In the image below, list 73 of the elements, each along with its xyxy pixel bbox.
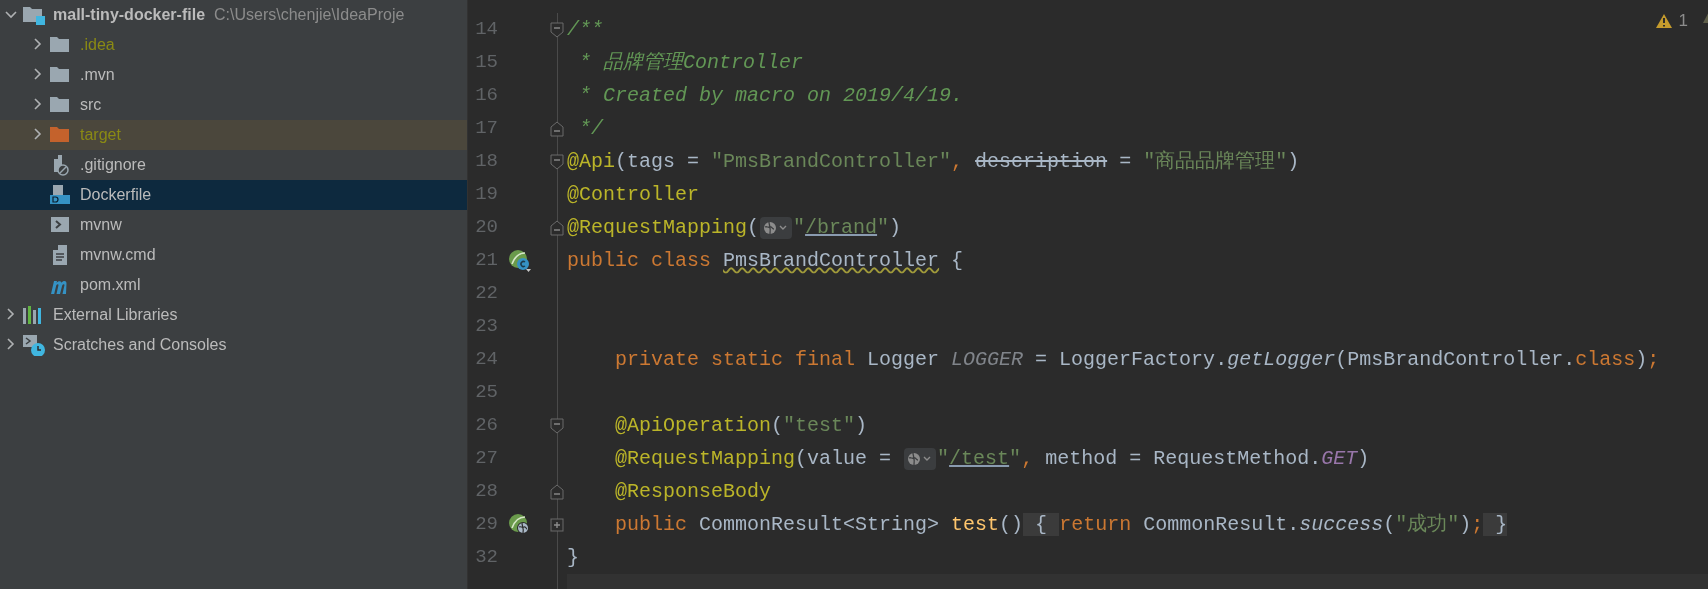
line-number: 16 <box>474 83 498 109</box>
tree-item[interactable]: mvnw <box>0 210 467 240</box>
tree-item[interactable]: mvnw.cmd <box>0 240 467 270</box>
item-label: External Libraries <box>53 305 178 325</box>
globe-dropdown-icon[interactable] <box>760 216 793 239</box>
line-number: 15 <box>474 50 498 76</box>
code-line: @Controller <box>567 181 700 208</box>
line-number: 29 <box>474 512 498 538</box>
line-number: 28 <box>474 479 498 505</box>
line-number: 24 <box>474 347 498 373</box>
item-label: mvnw.cmd <box>80 245 156 265</box>
line-number: 27 <box>474 446 498 472</box>
code-line: @ResponseBody <box>614 478 772 505</box>
code-line: @RequestMapping(value = <box>614 445 893 472</box>
code-line: public CommonResult<String> test() { return CommonResult.success("成功"); } <box>614 511 1508 538</box>
scratch-icon <box>22 334 46 356</box>
code-line: */ <box>578 115 603 142</box>
item-label: .mvn <box>80 65 115 85</box>
expand-icon[interactable] <box>550 516 564 533</box>
line-number: 21 <box>474 248 498 274</box>
item-label: src <box>80 95 102 115</box>
warning-count[interactable]: 1 <box>1678 8 1688 34</box>
fold-marker-icon[interactable] <box>550 219 564 236</box>
code-line: @ApiOperation("test") <box>614 412 868 439</box>
item-label: .idea <box>80 35 115 55</box>
tree-item[interactable]: mall-tiny-docker-file C:\Users\chenjie\IdeaProje <box>0 0 467 30</box>
item-label: Dockerfile <box>80 185 152 205</box>
folder-icon <box>22 4 46 26</box>
item-label: mall-tiny-docker-file <box>53 5 206 25</box>
item-label: .gitignore <box>80 155 146 175</box>
line-number: 20 <box>474 215 498 241</box>
tree-item[interactable]: .idea <box>0 30 467 60</box>
code-line: @Api(tags = "PmsBrandController", description = "商品品牌管理") <box>567 148 1300 175</box>
line-number: 19 <box>474 182 498 208</box>
line-number: 26 <box>474 413 498 439</box>
item-label: mvnw <box>80 215 122 235</box>
docker-file-icon <box>49 184 71 206</box>
code-line: * Created by macro on 2019/4/19. <box>578 82 964 109</box>
globe-dropdown-icon[interactable] <box>904 447 937 470</box>
tree-item[interactable]: pom.xml <box>0 270 467 300</box>
tree-item[interactable]: Scratches and Consoles <box>0 330 467 360</box>
code-line: } <box>567 544 579 571</box>
fold-marker-icon[interactable] <box>550 120 564 137</box>
line-number: 17 <box>474 116 498 142</box>
line-number: 25 <box>474 380 498 406</box>
code-line: "/test", method = RequestMethod.GET) <box>937 445 1370 472</box>
code-line: @RequestMapping( <box>567 214 760 241</box>
fold-marker-icon[interactable] <box>550 417 564 434</box>
line-number: 22 <box>474 281 498 307</box>
project-path: C:\Users\chenjie\IdeaProje <box>214 5 405 25</box>
line-number: 18 <box>474 149 498 175</box>
warning-icon <box>1654 12 1673 29</box>
fold-marker-icon[interactable] <box>550 483 564 500</box>
code-line: "/brand") <box>793 214 902 241</box>
line-number: 23 <box>474 314 498 340</box>
tree-item[interactable]: Dockerfile <box>0 180 467 210</box>
tree-item[interactable]: External Libraries <box>0 300 467 330</box>
fold-marker-icon[interactable] <box>550 21 564 38</box>
tree-item[interactable]: src <box>0 90 467 120</box>
line-number: 14 <box>474 17 498 43</box>
code-line: public class PmsBrandController { <box>567 247 964 274</box>
line-number: 32 <box>474 545 498 571</box>
item-label: pom.xml <box>80 275 141 295</box>
fold-marker-icon[interactable] <box>550 153 564 170</box>
tree-item[interactable]: .gitignore <box>0 150 467 180</box>
leaf-class-icon[interactable] <box>508 248 532 273</box>
tree-item[interactable]: .mvn <box>0 60 467 90</box>
code-line: /** <box>567 16 603 43</box>
item-label: target <box>80 125 121 145</box>
code-line: private static final Logger LOGGER = LoggerFactory.getLogger(PmsBrandController.class); <box>614 346 1660 373</box>
code-line: * 品牌管理Controller <box>578 49 804 76</box>
item-label: Scratches and Consoles <box>53 335 227 355</box>
library-icon <box>22 304 44 326</box>
